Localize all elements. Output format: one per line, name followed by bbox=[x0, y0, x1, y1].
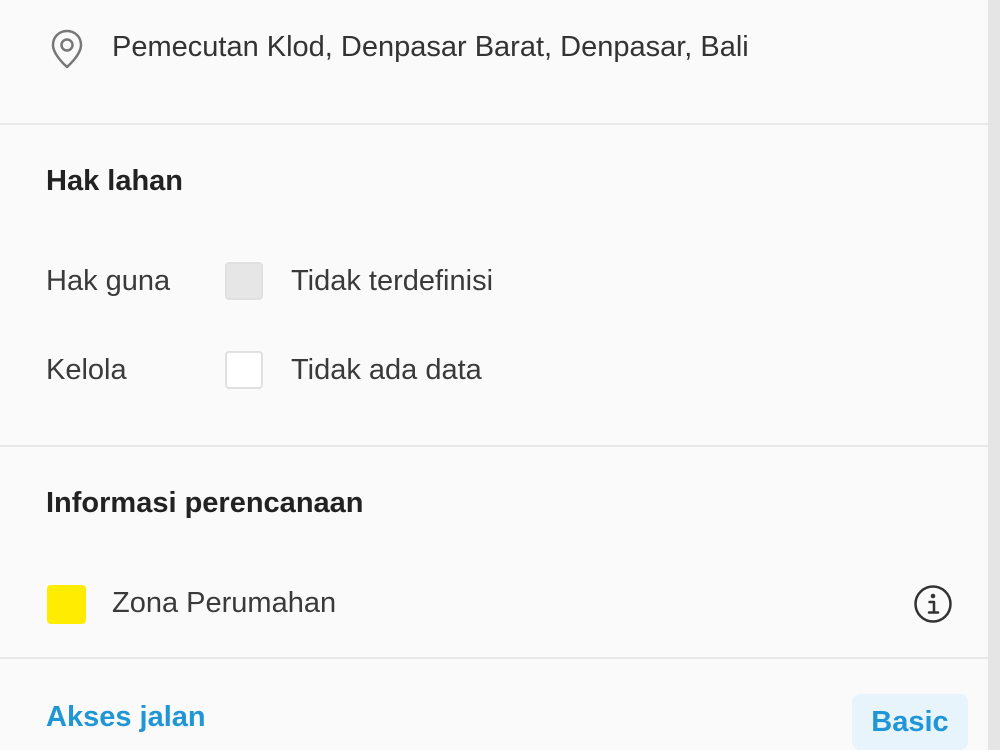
zone-color-swatch bbox=[47, 585, 86, 624]
road-access-link[interactable]: Akses jalan bbox=[46, 698, 206, 736]
management-right-swatch bbox=[225, 351, 263, 389]
usage-right-swatch bbox=[225, 262, 263, 300]
zone-label: Zona Perumahan bbox=[112, 587, 337, 619]
planning-section: Informasi perencanaan bbox=[0, 447, 988, 657]
management-right-value: Tidak ada data bbox=[291, 354, 482, 386]
land-info-panel: Pemecutan Klod, Denpasar Barat, Denpasar… bbox=[0, 0, 988, 750]
panel-edge bbox=[988, 0, 1000, 750]
location-section: Pemecutan Klod, Denpasar Barat, Denpasar… bbox=[0, 0, 988, 124]
map-pin-icon bbox=[50, 28, 84, 70]
usage-right-label: Hak guna bbox=[46, 265, 171, 297]
usage-right-value: Tidak terdefinisi bbox=[291, 265, 494, 297]
basic-chip[interactable]: Basic bbox=[852, 694, 968, 750]
land-rights-title: Hak lahan bbox=[46, 165, 183, 197]
planning-title: Informasi perencanaan bbox=[46, 487, 364, 519]
info-circle-icon[interactable] bbox=[913, 584, 953, 624]
management-right-label: Kelola bbox=[46, 354, 127, 386]
divider bbox=[0, 657, 988, 659]
location-address: Pemecutan Klod, Denpasar Barat, Denpasar… bbox=[112, 31, 749, 63]
land-rights-section: Hak lahan Hak guna Tidak terdefinisi Kel… bbox=[0, 125, 988, 445]
